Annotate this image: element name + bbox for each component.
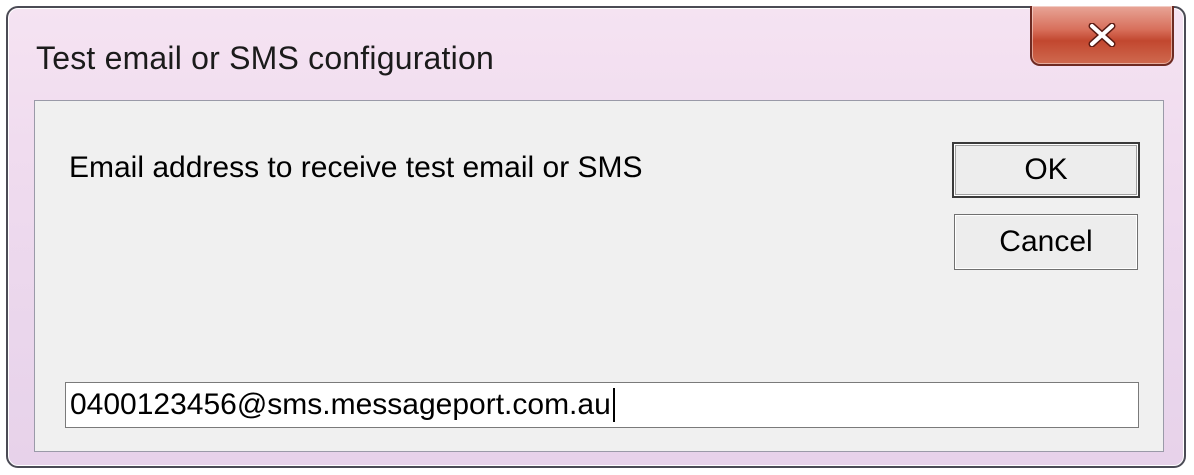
ok-button[interactable]: OK [952, 142, 1140, 198]
email-input-value: 0400123456@sms.messageport.com.au [70, 388, 611, 421]
text-caret [612, 388, 615, 422]
dialog-window: Test email or SMS configuration Email ad… [6, 6, 1186, 468]
prompt-label: Email address to receive test email or S… [69, 151, 643, 184]
email-input[interactable]: 0400123456@sms.messageport.com.au [65, 382, 1139, 428]
window-title: Test email or SMS configuration [36, 40, 494, 76]
title-bar[interactable]: Test email or SMS configuration [8, 6, 1184, 92]
dialog-body: Email address to receive test email or S… [34, 100, 1164, 452]
cancel-button[interactable]: Cancel [954, 214, 1138, 270]
close-button[interactable] [1030, 6, 1174, 66]
close-x-icon [1087, 23, 1117, 47]
